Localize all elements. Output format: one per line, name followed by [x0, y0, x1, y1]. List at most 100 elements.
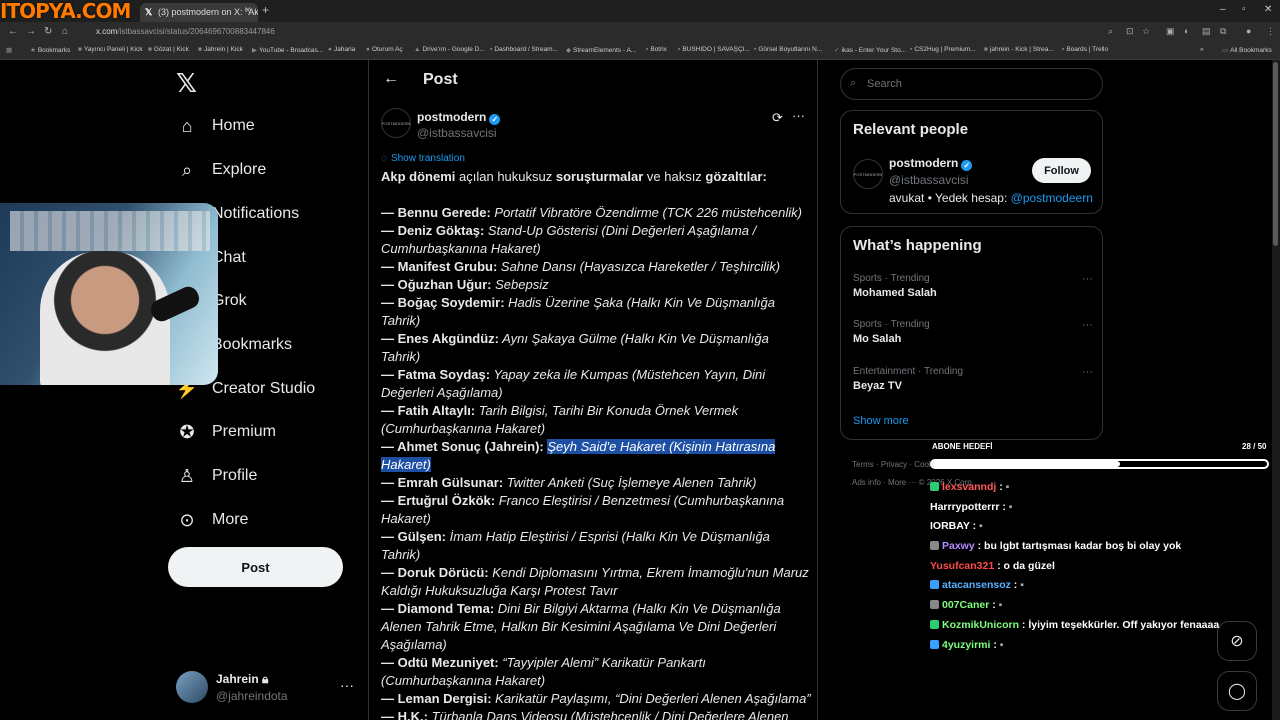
bookmark-item[interactable]: ▲ Drive'ım - Google D... — [414, 46, 485, 53]
post-button[interactable]: Post — [168, 547, 343, 587]
account-handle: @jahreindota — [216, 689, 288, 703]
entry-name: — Enes Akgündüz: — [381, 331, 499, 346]
profile-avatar-icon[interactable]: ● — [1246, 26, 1251, 36]
more-options-icon[interactable]: ··· — [792, 108, 805, 123]
sidebar-item-label: Creator Studio — [212, 380, 316, 397]
menu-icon[interactable]: ⋮ — [1266, 26, 1275, 37]
apps-icon[interactable]: ▦ — [6, 46, 14, 54]
sidebar-item-home[interactable]: ⌂ Home — [176, 111, 255, 141]
author-avatar[interactable]: POSTMODERN — [381, 108, 411, 138]
forward-icon[interactable]: → — [26, 26, 36, 37]
address-bar: ← → ↻ ⌂ x.com/istbassavcisi/status/20646… — [0, 22, 1280, 42]
more-dots-icon[interactable]: ··· — [340, 677, 354, 693]
show-translation-link[interactable]: ◌ Show translation — [381, 153, 465, 164]
entry-name: — Odtü Mezuniyet: — [381, 655, 499, 670]
author-handle[interactable]: @istbassavcisi — [417, 126, 497, 140]
bookmark-label: Yayıncı Paneli | Kick — [83, 46, 143, 53]
sidebar-item-explore[interactable]: ⌕ Explore — [176, 155, 266, 185]
account-switcher[interactable]: Jahrein 🔒︎ @jahreindota ··· — [176, 669, 356, 709]
bookmark-item[interactable]: ▪ Botrix — [646, 46, 667, 53]
bookmark-item[interactable]: ■ Jahrein | Kick — [198, 46, 243, 53]
browser-tab[interactable]: 𝕏 (3) postmodern on X: "Akp dönem — [140, 3, 258, 22]
more-options-icon[interactable]: ··· — [1082, 273, 1093, 285]
maximize-icon[interactable]: ▫ — [1242, 4, 1246, 15]
bookmark-item[interactable]: ▪ Dashboard / Stream... — [490, 46, 558, 53]
sidebar-item-more[interactable]: ⊙ More — [176, 505, 248, 535]
show-more-link[interactable]: Show more — [853, 415, 909, 427]
relevant-person-name-row[interactable]: postmodern ✓ — [889, 156, 973, 171]
extension-icon[interactable]: ▣ — [1166, 26, 1175, 37]
bookmark-item[interactable]: ▪ Boards | Trello — [1062, 46, 1108, 53]
scrollbar-thumb[interactable] — [1273, 62, 1278, 246]
trend-item[interactable]: Entertainment · Trending Beyaz TV ··· — [853, 366, 1093, 392]
bookmark-item[interactable]: ▪ CS2Hug | Premium... — [910, 46, 976, 53]
bookmark-item[interactable]: ◆ StreamElements - A... — [566, 46, 636, 54]
relevant-person-handle[interactable]: @istbassavcisi — [889, 173, 969, 187]
x-favicon-icon: 𝕏 — [145, 7, 153, 17]
post-entry: — Oğuzhan Uğur: Sebepsiz — [381, 276, 811, 294]
verified-badge-icon: ✓ — [961, 160, 973, 171]
bookmark-item[interactable]: ● Oturum Aç — [366, 46, 403, 53]
chat-username[interactable]: IORBAY — [930, 520, 970, 532]
x-logo-icon[interactable]: 𝕏 — [176, 69, 197, 99]
entry-name: — Manifest Grubu: — [381, 259, 498, 274]
puzzle-icon[interactable]: ⧉ — [1220, 26, 1226, 37]
more-options-icon[interactable]: ··· — [1082, 319, 1093, 331]
bookmarks-overflow-icon[interactable]: » — [1200, 46, 1204, 53]
chat-username[interactable]: Harrrypotterrr — [930, 501, 999, 513]
trend-name: Mo Salah — [853, 333, 902, 345]
reload-icon[interactable]: ↻ — [44, 26, 52, 37]
search-input[interactable]: ⌕ Search — [840, 68, 1103, 100]
chat-username[interactable]: Paxwy — [942, 540, 975, 552]
all-bookmarks[interactable]: ▭ All Bookmarks — [1222, 46, 1272, 54]
close-window-icon[interactable]: ✕ — [1264, 4, 1272, 15]
extension-icon[interactable]: ▤ — [1202, 26, 1211, 37]
extension-icon[interactable]: ◐ — [1184, 26, 1189, 36]
chat-username[interactable]: atacansensoz — [942, 579, 1011, 591]
trend-item[interactable]: Sports · Trending Mo Salah ··· — [853, 319, 1093, 345]
avatar[interactable]: POSTMODERN — [853, 159, 883, 189]
entry-name: — Diamond Tema: — [381, 601, 495, 616]
new-tab-icon[interactable]: + — [262, 3, 269, 17]
messages-float-button[interactable]: ◯ — [1217, 671, 1257, 711]
grok-explain-icon[interactable]: ⟳ — [772, 110, 783, 126]
bookmark-item[interactable]: ■ jahrein - Kick | Strea... — [984, 46, 1054, 53]
bookmark-item[interactable]: ■ Yayıncı Paneli | Kick — [78, 46, 143, 53]
entry-name: — Gülşen: — [381, 529, 447, 544]
sidebar-item-profile[interactable]: ♙ Profile — [176, 461, 257, 491]
sidebar-item-premium[interactable]: ✪ Premium — [176, 417, 276, 447]
bio-text: avukat • Yedek hesap: — [889, 191, 1011, 205]
bookmark-item[interactable]: ★ Bookmarks — [30, 46, 70, 54]
back-icon[interactable]: ← — [8, 26, 18, 37]
tab-close-icon[interactable]: ✕ — [244, 5, 252, 16]
bookmark-item[interactable]: ● Jaharia — [328, 46, 355, 53]
chat-username[interactable]: Yusufcan321 — [930, 560, 994, 572]
star-icon[interactable]: ☆ — [1142, 26, 1150, 37]
chat-username[interactable]: 007Caner — [942, 599, 989, 611]
chat-username[interactable]: lexsvanndj — [942, 481, 996, 493]
follow-button[interactable]: Follow — [1032, 158, 1091, 183]
chat-text: : o da güzel — [994, 559, 1055, 572]
chat-username[interactable]: 4yuzyirmi — [942, 639, 990, 651]
minimize-icon[interactable]: – — [1220, 4, 1226, 15]
bio-link[interactable]: @postmodeern — [1011, 191, 1093, 205]
home-browser-icon[interactable]: ⌂ — [62, 26, 68, 37]
zoom-icon[interactable]: ⌕ — [1108, 26, 1113, 37]
bookmark-item[interactable]: ✓ ikas - Enter Your Sto... — [834, 46, 906, 54]
chat-message: 4yuzyirmi : ▪ — [930, 636, 1230, 656]
bookmark-item[interactable]: ▪ Görsel Boyutlarını N... — [754, 46, 822, 53]
author-name-row[interactable]: postmodern ✓ — [417, 110, 501, 125]
bookmark-item[interactable]: ▪ BUSHIDO | SAVAŞÇI... — [678, 46, 750, 53]
more-options-icon[interactable]: ··· — [1082, 366, 1093, 378]
install-icon[interactable]: ⊡ — [1126, 26, 1134, 37]
back-arrow-icon[interactable]: ← — [383, 70, 399, 88]
avatar — [176, 671, 208, 703]
trend-item[interactable]: Sports · Trending Mohamed Salah ··· — [853, 273, 1093, 299]
profile-icon: ♙ — [178, 465, 196, 486]
bookmark-item[interactable]: ■ Gözat | Kick — [148, 46, 189, 53]
bookmark-label: StreamElements - A... — [573, 47, 637, 54]
chat-username[interactable]: KozmikUnicorn — [942, 619, 1019, 631]
entry-name: — Ertuğrul Özkök: — [381, 493, 496, 508]
bookmark-item[interactable]: ▶ YouTube - Broadcas... — [252, 46, 323, 54]
url-field[interactable]: x.com/istbassavcisi/status/2064696700883… — [86, 25, 1096, 39]
